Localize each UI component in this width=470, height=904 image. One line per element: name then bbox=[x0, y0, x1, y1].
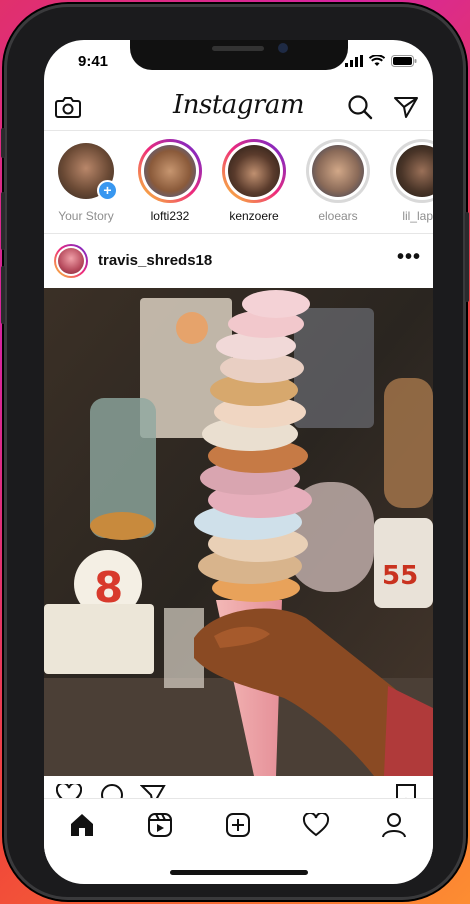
story-ring bbox=[138, 139, 202, 203]
story-eloears[interactable]: eloears bbox=[298, 139, 378, 223]
post-author-avatar[interactable] bbox=[54, 244, 88, 278]
app-header: Instagram bbox=[44, 84, 433, 131]
search-icon[interactable] bbox=[346, 93, 374, 121]
avatar bbox=[228, 145, 280, 197]
avatar bbox=[144, 145, 196, 197]
story-ring bbox=[222, 139, 286, 203]
story-ring bbox=[306, 139, 370, 203]
post-username[interactable]: travis_shreds18 bbox=[98, 252, 212, 269]
avatar bbox=[312, 145, 364, 197]
story-name: kenzoere bbox=[229, 209, 279, 223]
story-name: eloears bbox=[318, 209, 358, 223]
story-lil-lapis[interactable]: lil_lapis bbox=[382, 139, 433, 223]
story-kenzoere[interactable]: kenzoere bbox=[214, 139, 294, 223]
instagram-logo: Instagram bbox=[172, 90, 305, 120]
ice-cream-photo: 8 55 bbox=[44, 288, 433, 776]
battery-icon bbox=[391, 55, 417, 67]
paper-plane-icon[interactable] bbox=[392, 93, 420, 121]
story-name: lofti232 bbox=[150, 209, 190, 223]
volume-down-button bbox=[1, 266, 5, 324]
speaker-grille bbox=[212, 46, 264, 51]
story-avatar: + bbox=[54, 139, 118, 203]
story-your-story[interactable]: + Your Story bbox=[46, 139, 126, 223]
more-options-icon[interactable]: ••• bbox=[397, 246, 421, 269]
signal-icon bbox=[345, 55, 363, 67]
status-time: 9:41 bbox=[78, 53, 109, 70]
notch bbox=[130, 40, 348, 70]
screen: 9:41 Instagram + Your Story lofti232 ken… bbox=[44, 40, 433, 884]
power-button bbox=[465, 212, 469, 302]
volume-up-button bbox=[1, 192, 5, 250]
front-camera bbox=[278, 43, 288, 53]
story-name: Your Story bbox=[58, 209, 114, 223]
avatar bbox=[396, 145, 433, 197]
home-icon[interactable] bbox=[66, 809, 98, 841]
story-lofti232[interactable]: lofti232 bbox=[130, 139, 210, 223]
new-post-icon[interactable] bbox=[222, 809, 254, 841]
status-icons bbox=[345, 55, 417, 67]
home-indicator[interactable] bbox=[170, 870, 308, 875]
reels-icon[interactable] bbox=[144, 809, 176, 841]
wifi-icon bbox=[369, 55, 385, 66]
add-story-icon[interactable]: + bbox=[97, 180, 118, 201]
bottom-tab-bar bbox=[44, 798, 433, 861]
story-ring bbox=[390, 139, 433, 203]
post-image[interactable]: 8 55 bbox=[44, 288, 433, 776]
phone-frame: 9:41 Instagram + Your Story lofti232 ken… bbox=[1, 4, 469, 900]
post-header: travis_shreds18 ••• bbox=[44, 234, 433, 288]
silent-switch bbox=[1, 128, 5, 158]
svg-text:55: 55 bbox=[382, 561, 418, 591]
stories-tray: + Your Story lofti232 kenzoere eloears l… bbox=[44, 131, 433, 234]
activity-heart-icon[interactable] bbox=[300, 809, 332, 841]
profile-icon[interactable] bbox=[378, 809, 410, 841]
story-name: lil_lapis bbox=[402, 209, 433, 223]
